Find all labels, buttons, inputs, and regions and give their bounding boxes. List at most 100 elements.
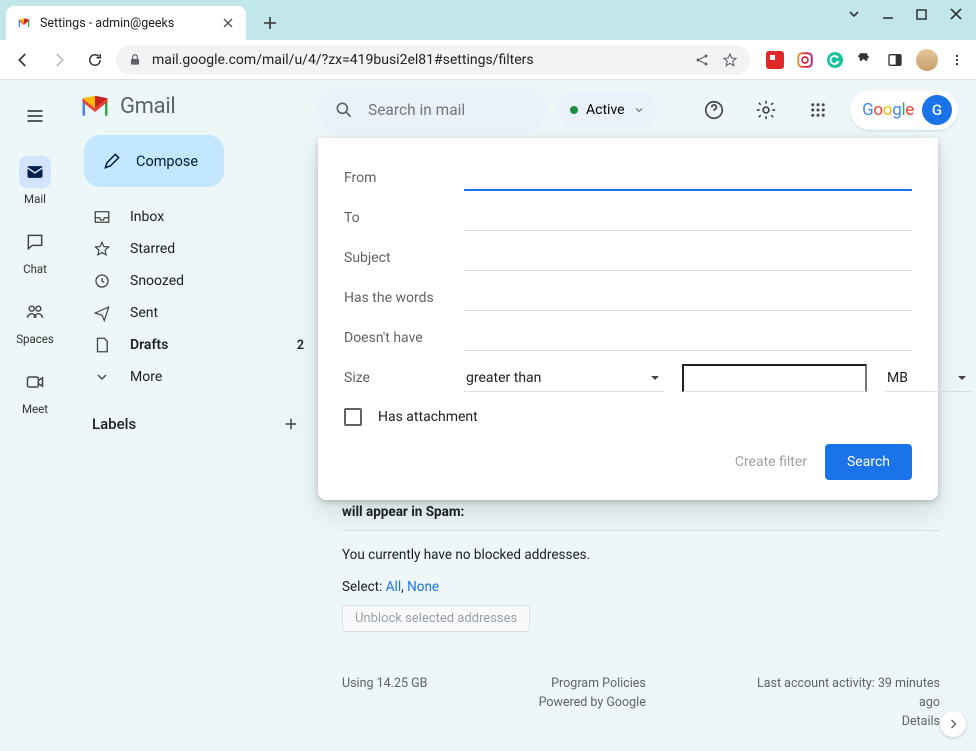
rail-label: Spaces (16, 332, 54, 346)
profile-avatar-icon[interactable] (916, 49, 938, 71)
nav-starred[interactable]: Starred (70, 233, 318, 265)
size-unit-select[interactable]: MB (885, 364, 971, 392)
account-chip[interactable]: Google G (850, 90, 958, 130)
labels-header: Labels (70, 393, 318, 433)
search-filter-panel: From To Subject Has the words Doesn't ha… (318, 138, 938, 500)
browser-tab[interactable]: Settings - admin@geeks (6, 6, 246, 40)
status-chip[interactable]: Active (558, 92, 657, 128)
has-words-input[interactable] (464, 285, 912, 311)
clock-icon (92, 271, 112, 291)
rail-label: Meet (22, 402, 48, 416)
inbox-icon (92, 207, 112, 227)
share-icon[interactable] (694, 52, 710, 68)
search-bar[interactable] (318, 87, 546, 133)
caret-down-icon (957, 373, 967, 383)
policies-link[interactable]: Program Policies (539, 676, 646, 691)
compose-label: Compose (136, 153, 198, 170)
from-label: From (344, 170, 446, 186)
extension-sidepanel-icon[interactable] (886, 51, 904, 69)
compose-button[interactable]: Compose (84, 135, 224, 187)
pencil-icon (102, 151, 122, 171)
subject-input[interactable] (464, 245, 912, 271)
google-wordmark: Google (862, 100, 914, 120)
maximize-icon[interactable] (916, 9, 936, 20)
apps-grid-icon (809, 101, 827, 119)
brand-text: Gmail (120, 94, 175, 119)
star-icon[interactable] (722, 52, 738, 68)
sidebar: Gmail Compose Inbox Starred Snoozed Sent… (70, 80, 318, 751)
chevron-down-icon[interactable] (848, 8, 868, 20)
url-text: mail.google.com/mail/u/4/?zx=419busi2el8… (152, 52, 534, 68)
back-button[interactable] (8, 45, 38, 75)
details-link[interactable]: Details (757, 714, 940, 729)
window-close-icon[interactable] (950, 8, 970, 20)
activity-text: Last account activity: 39 minutes (757, 676, 940, 691)
extension-puzzle-icon[interactable] (856, 51, 874, 69)
nav-drafts[interactable]: Drafts 2 (70, 329, 318, 361)
close-icon[interactable] (220, 15, 236, 31)
search-icon (334, 100, 354, 120)
from-input[interactable] (464, 165, 912, 191)
settings-button[interactable] (746, 90, 786, 130)
doesnt-have-label: Doesn't have (344, 330, 446, 346)
reload-button[interactable] (80, 45, 110, 75)
apps-button[interactable] (798, 90, 838, 130)
settings-body: will appear in Spam: You currently have … (342, 504, 940, 729)
status-dot-icon (570, 106, 578, 114)
gmail-logo[interactable]: Gmail (70, 88, 318, 135)
caret-down-icon (650, 373, 660, 383)
sent-icon (92, 303, 112, 323)
to-input[interactable] (464, 205, 912, 231)
add-label-button[interactable] (282, 415, 300, 433)
rail-item-mail[interactable]: Mail (19, 156, 51, 206)
lock-icon (128, 53, 142, 67)
storage-text: Using 14.25 GB (342, 676, 427, 691)
chevron-down-icon (92, 367, 112, 387)
size-value-input[interactable] (682, 364, 867, 392)
extension-grammarly-icon[interactable] (826, 51, 844, 69)
select-none-link[interactable]: None (407, 579, 439, 595)
rail-item-chat[interactable]: Chat (19, 226, 51, 276)
help-icon (703, 99, 725, 121)
no-blocked-text: You currently have no blocked addresses. (342, 547, 940, 563)
create-filter-button[interactable]: Create filter (735, 454, 807, 470)
has-attachment-checkbox[interactable] (344, 408, 362, 426)
browser-toolbar: mail.google.com/mail/u/4/?zx=419busi2el8… (0, 40, 976, 80)
unblock-button[interactable]: Unblock selected addresses (342, 605, 530, 632)
account-avatar: G (922, 95, 952, 125)
nav-more[interactable]: More (70, 361, 318, 393)
search-button[interactable]: Search (825, 444, 912, 480)
chevron-right-icon (947, 718, 959, 730)
meet-icon (19, 366, 51, 398)
nav-sent[interactable]: Sent (70, 297, 318, 329)
nav-snoozed[interactable]: Snoozed (70, 265, 318, 297)
main-area: Active Google G From To Subject Has the … (318, 80, 976, 751)
kebab-menu-icon[interactable] (950, 51, 964, 69)
extension-flipboard-icon[interactable] (766, 51, 784, 69)
nav-inbox[interactable]: Inbox (70, 201, 318, 233)
tab-title: Settings - admin@geeks (40, 16, 212, 31)
gmail-app: Mail Chat Spaces Meet Gmail Compose Inbo… (0, 80, 976, 751)
divider (342, 530, 940, 531)
extension-instagram-icon[interactable] (796, 51, 814, 69)
rail-item-spaces[interactable]: Spaces (16, 296, 54, 346)
hamburger-icon[interactable] (15, 96, 55, 136)
doesnt-have-input[interactable] (464, 325, 912, 351)
help-button[interactable] (694, 90, 734, 130)
chevron-down-icon (633, 104, 645, 116)
new-tab-button[interactable] (256, 9, 284, 37)
address-bar[interactable]: mail.google.com/mail/u/4/?zx=419busi2el8… (116, 45, 750, 75)
forward-button[interactable] (44, 45, 74, 75)
star-icon (92, 239, 112, 259)
minimize-icon[interactable] (882, 8, 902, 20)
drafts-count: 2 (297, 338, 304, 353)
select-all-link[interactable]: All (386, 579, 401, 595)
rail-label: Chat (23, 262, 47, 276)
rail-item-meet[interactable]: Meet (19, 366, 51, 416)
side-panel-toggle[interactable] (940, 711, 966, 737)
search-input[interactable] (366, 100, 530, 120)
chat-icon (19, 226, 51, 258)
size-operator-select[interactable]: greater than (464, 364, 664, 392)
topbar: Active Google G (318, 86, 958, 134)
has-words-label: Has the words (344, 290, 446, 306)
